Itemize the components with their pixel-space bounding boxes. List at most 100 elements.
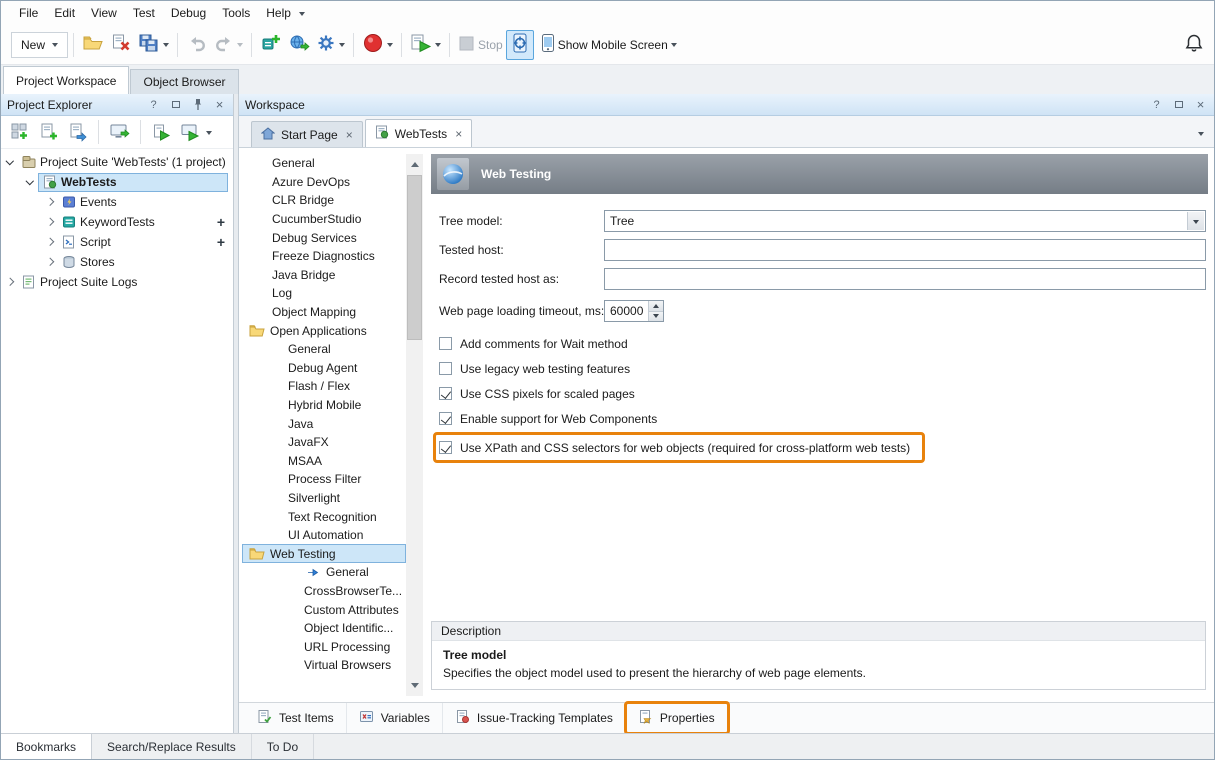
doc-tab-start-page[interactable]: Start Page× <box>251 121 363 147</box>
options-item-open-applications[interactable]: Open Applications <box>242 321 406 340</box>
options-item-debug-services[interactable]: Debug Services <box>242 228 406 247</box>
new-button[interactable]: New <box>11 32 68 58</box>
checkbox[interactable] <box>439 387 452 400</box>
footer-tab-search-replace-results[interactable]: Search/Replace Results <box>92 734 252 759</box>
options-item-hybrid-mobile[interactable]: Hybrid Mobile <box>242 396 406 415</box>
add-new-item-button[interactable] <box>35 119 62 146</box>
options-item-java-bridge[interactable]: Java Bridge <box>242 266 406 285</box>
tab-object-browser[interactable]: Object Browser <box>130 69 238 94</box>
options-item-flash-flex[interactable]: Flash / Flex <box>242 377 406 396</box>
run-button[interactable] <box>407 30 444 60</box>
menu-view[interactable]: View <box>83 4 125 22</box>
options-item-crossbrowserte[interactable]: CrossBrowserTe... <box>242 582 406 601</box>
chevron-down-icon[interactable] <box>339 43 345 50</box>
menu-help[interactable]: Help <box>258 4 299 22</box>
checkbox[interactable] <box>439 441 452 454</box>
menu-edit[interactable]: Edit <box>46 4 83 22</box>
tab-project-workspace[interactable]: Project Workspace <box>3 66 129 94</box>
close-icon[interactable]: × <box>212 97 227 112</box>
options-scrollbar[interactable] <box>406 154 423 696</box>
bottom-tab-variables[interactable]: Variables <box>347 703 443 733</box>
checkbox[interactable] <box>439 337 452 350</box>
checkbox-row-enable-support-for-web-c[interactable]: Enable support for Web Components <box>439 406 1206 431</box>
record-test-button[interactable] <box>106 119 133 146</box>
record-web-test-button[interactable] <box>285 30 313 60</box>
add-keyword-test-button[interactable] <box>257 30 285 60</box>
tree-item-project-suite-logs[interactable]: Project Suite Logs <box>1 272 233 292</box>
options-item-general[interactable]: General <box>242 340 406 359</box>
options-item-url-processing[interactable]: URL Processing <box>242 637 406 656</box>
add-new-project-button[interactable] <box>6 119 33 146</box>
chevron-down-icon[interactable] <box>5 157 15 167</box>
close-file-button[interactable] <box>107 30 135 60</box>
spinner-down-button[interactable] <box>649 311 663 322</box>
options-item-msaa[interactable]: MSAA <box>242 452 406 471</box>
options-item-object-mapping[interactable]: Object Mapping <box>242 303 406 322</box>
checkbox[interactable] <box>439 412 452 425</box>
chevron-right-icon[interactable] <box>45 257 55 267</box>
help-icon[interactable]: ? <box>146 97 161 112</box>
chevron-right-icon[interactable] <box>45 197 55 207</box>
close-tab-icon[interactable]: × <box>344 128 353 142</box>
spinner-up-button[interactable] <box>649 301 663 311</box>
options-item-debug-agent[interactable]: Debug Agent <box>242 359 406 378</box>
options-item-web-testing[interactable]: Web Testing <box>242 544 406 563</box>
bottom-tab-issue-tracking-templates[interactable]: Issue-Tracking Templates <box>443 703 626 733</box>
record-button[interactable] <box>359 30 396 60</box>
open-file-button[interactable] <box>79 30 107 60</box>
menu-tools[interactable]: Tools <box>214 4 258 22</box>
footer-tab-to-do[interactable]: To Do <box>252 734 314 759</box>
bottom-tab-properties[interactable]: Properties <box>626 703 728 733</box>
options-item-object-identific[interactable]: Object Identific... <box>242 619 406 638</box>
chevron-down-icon[interactable] <box>163 43 169 50</box>
tree-item-stores[interactable]: Stores <box>1 252 233 272</box>
float-window-icon[interactable] <box>1171 97 1186 112</box>
chevron-down-icon[interactable] <box>206 131 212 138</box>
options-item-freeze-diagnostics[interactable]: Freeze Diagnostics <box>242 247 406 266</box>
run-test-button[interactable] <box>148 119 175 146</box>
timeout-spinner[interactable]: 60000 <box>604 300 664 322</box>
options-item-general[interactable]: General <box>242 563 406 582</box>
tree-item-script[interactable]: Script+ <box>1 232 233 252</box>
scroll-up-icon[interactable] <box>406 154 423 171</box>
tree-item-webtests[interactable]: WebTests <box>1 172 233 192</box>
options-item-cucumberstudio[interactable]: CucumberStudio <box>242 210 406 229</box>
add-item-button[interactable]: + <box>217 234 230 250</box>
scroll-down-icon[interactable] <box>406 679 423 696</box>
run-project-button[interactable] <box>177 119 204 146</box>
save-all-button[interactable] <box>135 30 172 60</box>
chevron-down-icon[interactable] <box>387 43 393 50</box>
checkbox-row-use-xpath-and-css-select[interactable]: Use XPath and CSS selectors for web obje… <box>439 435 910 460</box>
add-item-button[interactable]: + <box>217 214 230 230</box>
scrollbar-thumb[interactable] <box>407 175 422 340</box>
menubar-overflow-caret[interactable] <box>299 12 305 19</box>
checkbox[interactable] <box>439 362 452 375</box>
options-item-clr-bridge[interactable]: CLR Bridge <box>242 191 406 210</box>
test-settings-button[interactable] <box>313 30 348 60</box>
tab-list-caret[interactable] <box>1198 132 1204 139</box>
help-icon[interactable]: ? <box>1149 97 1164 112</box>
scrollbar-track[interactable] <box>406 171 423 679</box>
doc-tab-webtests[interactable]: WebTests× <box>365 119 472 147</box>
chevron-right-icon[interactable] <box>45 217 55 227</box>
notifications-button[interactable] <box>1184 33 1204 56</box>
show-mobile-screen-button[interactable]: Show Mobile Screen <box>534 30 684 60</box>
menu-debug[interactable]: Debug <box>163 4 214 22</box>
tested-host-input[interactable] <box>604 239 1206 261</box>
options-item-ui-automation[interactable]: UI Automation <box>242 526 406 545</box>
chevron-right-icon[interactable] <box>45 237 55 247</box>
pin-icon[interactable] <box>190 97 205 112</box>
chevron-right-icon[interactable] <box>5 277 15 287</box>
tree-item-project-suite-webtests-1-project[interactable]: Project Suite 'WebTests' (1 project) <box>1 152 233 172</box>
bottom-tab-test-items[interactable]: Test Items <box>245 703 347 733</box>
footer-tab-bookmarks[interactable]: Bookmarks <box>1 734 92 759</box>
close-icon[interactable]: × <box>1193 97 1208 112</box>
record-host-input[interactable] <box>604 268 1206 290</box>
chevron-down-icon[interactable] <box>1187 212 1204 230</box>
checkbox-row-use-legacy-web-testing-f[interactable]: Use legacy web testing features <box>439 356 1206 381</box>
chevron-down-icon[interactable] <box>435 43 441 50</box>
float-window-icon[interactable] <box>168 97 183 112</box>
menu-file[interactable]: File <box>11 4 46 22</box>
options-item-virtual-browsers[interactable]: Virtual Browsers <box>242 656 406 675</box>
options-item-text-recognition[interactable]: Text Recognition <box>242 507 406 526</box>
